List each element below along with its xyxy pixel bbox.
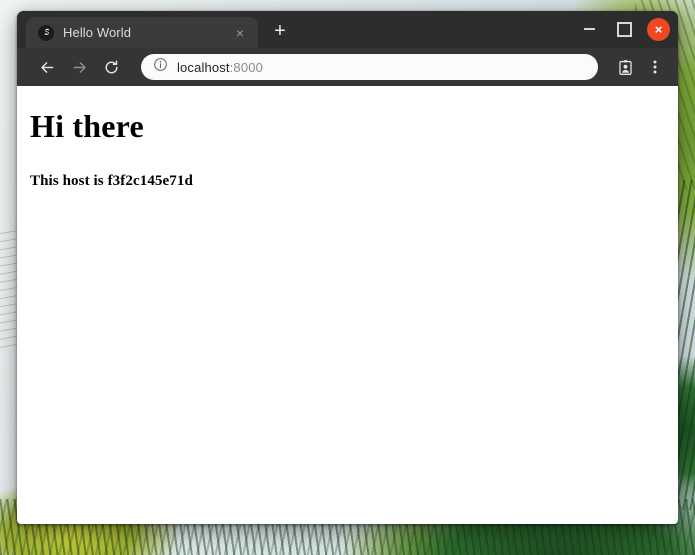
page-content: Hi there This host is f3f2c145e71d [27,108,670,190]
close-button[interactable]: × [647,18,670,41]
url-host: localhost [177,60,230,75]
reload-button[interactable] [97,53,125,81]
url-bar[interactable]: localhost:8000 [141,54,598,80]
minimize-button[interactable] [577,17,601,41]
browser-tab-hello-world[interactable]: Hello World × [26,17,258,48]
maximize-button[interactable] [612,17,636,41]
new-tab-button[interactable]: + [265,17,295,47]
window-controls: × [577,17,670,41]
forward-button[interactable] [65,53,93,81]
tab-close-icon[interactable]: × [231,24,249,42]
three-dot-menu-icon[interactable] [642,54,668,80]
page-host-line: This host is f3f2c145e71d [30,173,670,190]
globe-swirl-icon [38,25,54,41]
tab-title-label: Hello World [63,25,222,40]
browser-toolbar: localhost:8000 [17,48,678,86]
url-port: :8000 [230,60,263,75]
back-button[interactable] [33,53,61,81]
page-viewport: Hi there This host is f3f2c145e71d [17,86,678,524]
browser-window: Hello World × + × [17,11,678,524]
browser-titlebar[interactable]: Hello World × + × [17,11,678,48]
info-circle-icon[interactable] [153,57,168,77]
account-badge-icon[interactable] [612,54,638,80]
tab-strip: Hello World × [26,17,258,48]
page-title: Hi there [30,108,670,145]
url-input[interactable]: localhost:8000 [177,60,263,75]
